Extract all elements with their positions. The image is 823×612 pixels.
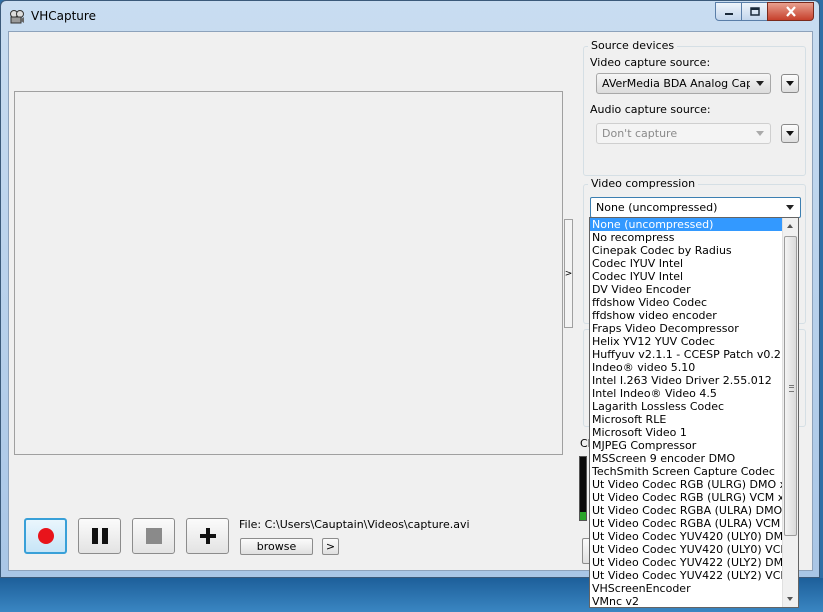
scroll-up-icon[interactable] (783, 218, 798, 234)
compression-option[interactable]: Ut Video Codec YUV420 (ULY0) DMO x86 (590, 530, 782, 543)
audio-source-label: Audio capture source: (590, 103, 711, 116)
pause-icon (91, 528, 108, 544)
audio-level-meter (579, 456, 587, 521)
video-compression-value: None (uncompressed) (596, 201, 718, 214)
maximize-icon (749, 7, 760, 16)
compression-option[interactable]: Ut Video Codec YUV422 (ULY2) VCM x86 (590, 569, 782, 582)
audio-source-options-button[interactable] (781, 124, 799, 143)
compression-option[interactable]: Codec IYUV Intel (590, 270, 782, 283)
compression-option[interactable]: Ut Video Codec RGBA (ULRA) DMO x86 (590, 504, 782, 517)
compression-option[interactable]: ffdshow video encoder (590, 309, 782, 322)
record-icon (37, 528, 54, 544)
compression-option[interactable]: VMnc v2 (590, 595, 782, 607)
video-source-value: AVerMedia BDA Analog Capture (602, 77, 750, 90)
plus-icon (199, 528, 216, 544)
compression-option[interactable]: No recompress (590, 231, 782, 244)
panel-toggle-button[interactable]: > (564, 219, 573, 328)
grip-icon (789, 385, 794, 392)
compression-option[interactable]: MSScreen 9 encoder DMO (590, 452, 782, 465)
compression-option[interactable]: Microsoft Video 1 (590, 426, 782, 439)
compression-dropdown-list[interactable]: None (uncompressed) No recompress Cinepak … (589, 217, 799, 608)
compression-option[interactable]: Helix YV12 YUV Codec (590, 335, 782, 348)
video-preview-area (14, 91, 563, 455)
compression-option[interactable]: Ut Video Codec RGB (ULRG) DMO x86 (590, 478, 782, 491)
compression-option[interactable]: Huffyuv v2.1.1 - CCESP Patch v0.2.5 (590, 348, 782, 361)
close-button[interactable] (767, 2, 814, 21)
compression-option[interactable]: Ut Video Codec YUV420 (ULY0) VCM x86 (590, 543, 782, 556)
source-devices-title: Source devices (588, 39, 678, 52)
compression-option[interactable]: Ut Video Codec YUV422 (ULY2) DMO x86 (590, 556, 782, 569)
open-folder-button[interactable]: > (322, 538, 339, 555)
compression-option[interactable]: Ut Video Codec RGB (ULRG) VCM x86 (590, 491, 782, 504)
compression-option[interactable]: Ut Video Codec RGBA (ULRA) VCM x86 (590, 517, 782, 530)
compression-option[interactable]: Codec IYUV Intel (590, 257, 782, 270)
compression-options: None (uncompressed) No recompress Cinepak … (590, 218, 798, 607)
chevron-down-icon (756, 81, 764, 86)
compression-option[interactable]: Lagarith Lossless Codec (590, 400, 782, 413)
compression-option[interactable]: Intel Indeo® Video 4.5 (590, 387, 782, 400)
file-path-label: File: C:\Users\Cauptain\Videos\capture.a… (239, 518, 470, 531)
compression-option[interactable]: DV Video Encoder (590, 283, 782, 296)
compression-option[interactable]: VHScreenEncoder (590, 582, 782, 595)
browse-button[interactable]: browse (240, 538, 313, 555)
video-source-label: Video capture source: (590, 56, 711, 69)
close-icon (785, 6, 796, 17)
chevron-down-icon (756, 131, 764, 136)
maximize-button[interactable] (741, 2, 768, 21)
film-camera-icon (10, 10, 24, 24)
stop-icon (145, 528, 162, 544)
record-button[interactable] (24, 518, 67, 554)
video-compression-title: Video compression (588, 177, 699, 190)
scrollbar-thumb[interactable] (784, 236, 797, 536)
compression-option[interactable]: None (uncompressed) (590, 218, 782, 231)
compression-option[interactable]: Cinepak Codec by Radius (590, 244, 782, 257)
compression-option[interactable]: Indeo® video 5.10 (590, 361, 782, 374)
video-source-select[interactable]: AVerMedia BDA Analog Capture (596, 73, 771, 94)
video-source-options-button[interactable] (781, 74, 799, 93)
pause-button[interactable] (78, 518, 121, 554)
stop-button[interactable] (132, 518, 175, 554)
compression-option[interactable]: Fraps Video Decompressor (590, 322, 782, 335)
scroll-down-icon[interactable] (783, 591, 798, 607)
add-button[interactable] (186, 518, 229, 554)
title-bar[interactable]: VHCapture (1, 1, 819, 31)
compression-option[interactable]: Intel I.263 Video Driver 2.55.012 (590, 374, 782, 387)
video-compression-select[interactable]: None (uncompressed) (590, 197, 801, 218)
chevron-down-icon (786, 205, 794, 210)
compression-option[interactable]: MJPEG Compressor (590, 439, 782, 452)
minimize-icon (724, 12, 733, 15)
dropdown-scrollbar[interactable] (782, 218, 798, 607)
minimize-button[interactable] (715, 2, 742, 21)
audio-source-select[interactable]: Don't capture (596, 123, 771, 144)
compression-option[interactable]: ffdshow Video Codec (590, 296, 782, 309)
window-title: VHCapture (31, 9, 96, 23)
source-devices-group: Source devices Video capture source: AVe… (583, 39, 806, 176)
compression-option[interactable]: Microsoft RLE (590, 413, 782, 426)
compression-option[interactable]: TechSmith Screen Capture Codec (590, 465, 782, 478)
audio-source-value: Don't capture (602, 127, 678, 140)
